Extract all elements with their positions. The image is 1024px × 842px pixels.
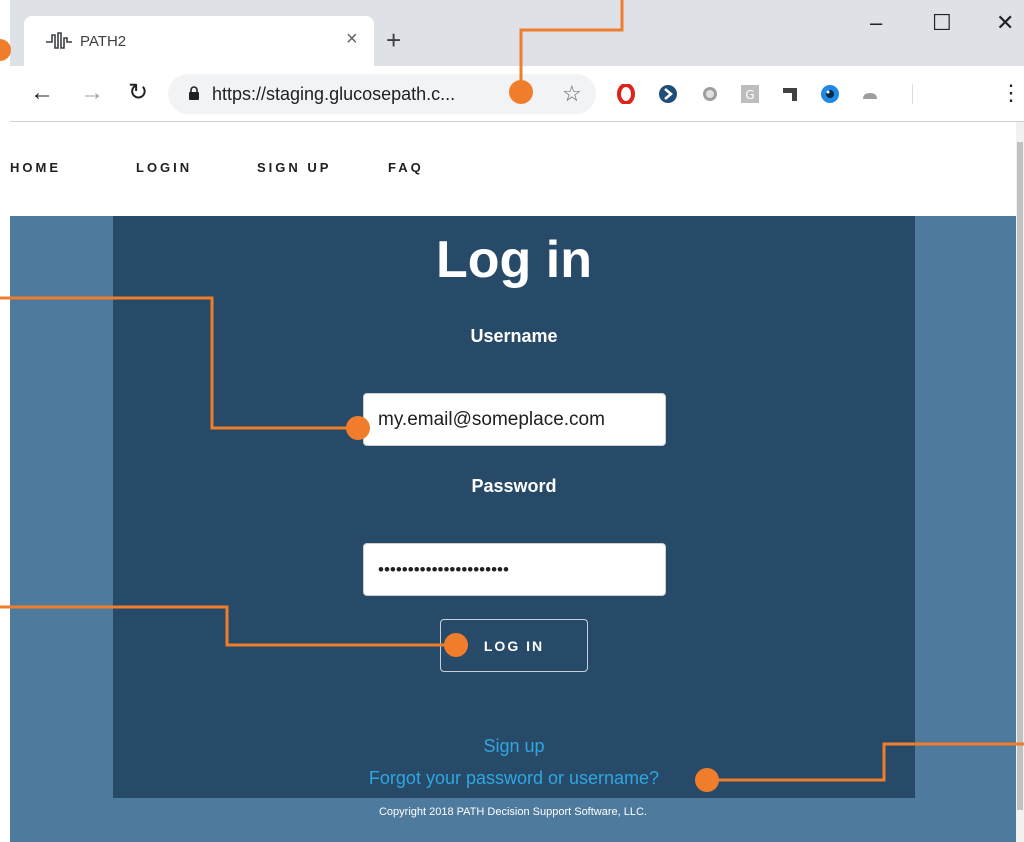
password-label: Password bbox=[471, 476, 557, 496]
page-content: HOME LOGIN SIGN UP FAQ Log in Username P… bbox=[10, 122, 1016, 842]
reload-button[interactable]: ↻ bbox=[128, 81, 148, 105]
menu-icon[interactable]: ⋮ bbox=[1000, 82, 1022, 104]
svg-text:G: G bbox=[745, 88, 754, 102]
nav-login[interactable]: LOGIN bbox=[136, 160, 192, 175]
tetris-extension-icon[interactable] bbox=[780, 84, 800, 104]
heart-pulse-icon bbox=[46, 32, 72, 49]
browser-toolbar: ← → ↻ https://staging.glucosepath.c... ☆… bbox=[10, 66, 1024, 122]
address-bar[interactable]: https://staging.glucosepath.c... ☆ bbox=[168, 74, 596, 114]
eye-extension-icon[interactable] bbox=[820, 84, 840, 104]
login-button[interactable]: LOG IN bbox=[440, 619, 588, 672]
minimize-button[interactable]: – bbox=[870, 12, 882, 34]
arrow-extension-icon[interactable] bbox=[658, 84, 678, 104]
scrollbar-thumb[interactable] bbox=[1017, 142, 1023, 810]
password-input[interactable]: •••••••••••••••••••••• bbox=[363, 543, 666, 596]
toolbar-divider bbox=[912, 84, 913, 104]
browser-chrome: PATH2 × + – ☐ ✕ ← → ↻ https://staging.gl… bbox=[10, 0, 1024, 122]
maximize-button[interactable]: ☐ bbox=[932, 12, 952, 34]
star-icon[interactable]: ☆ bbox=[562, 81, 582, 107]
username-label: Username bbox=[470, 326, 558, 346]
new-tab-button[interactable]: + bbox=[386, 27, 401, 53]
page-title: Log in bbox=[436, 231, 592, 289]
tab-title: PATH2 bbox=[80, 33, 127, 50]
tab-close-icon[interactable]: × bbox=[346, 29, 358, 49]
circle-extension-icon[interactable] bbox=[700, 84, 720, 104]
copyright-text: Copyright 2018 PATH Decision Support Sof… bbox=[378, 806, 647, 818]
sign-up-link[interactable]: Sign up bbox=[113, 736, 915, 757]
url-text: https://staging.glucosepath.c... bbox=[212, 84, 456, 104]
forgot-password-link[interactable]: Forgot your password or username? bbox=[113, 768, 915, 789]
top-navigation: HOME LOGIN SIGN UP FAQ bbox=[10, 122, 1016, 216]
login-panel: Log in Username Password •••••••••••••••… bbox=[113, 216, 915, 798]
opera-icon[interactable] bbox=[616, 84, 636, 104]
nav-faq[interactable]: FAQ bbox=[388, 160, 424, 175]
lock-icon bbox=[189, 86, 199, 100]
forward-button[interactable]: → bbox=[80, 81, 104, 105]
close-window-button[interactable]: ✕ bbox=[996, 12, 1014, 34]
nav-sign-up[interactable]: SIGN UP bbox=[257, 160, 331, 175]
back-button[interactable]: ← bbox=[30, 81, 54, 105]
browser-tab[interactable]: PATH2 × bbox=[24, 16, 374, 66]
g-extension-icon[interactable]: G bbox=[740, 84, 760, 104]
nav-home[interactable]: HOME bbox=[10, 160, 61, 175]
cloud-extension-icon[interactable] bbox=[860, 84, 880, 104]
username-input[interactable] bbox=[363, 393, 666, 446]
